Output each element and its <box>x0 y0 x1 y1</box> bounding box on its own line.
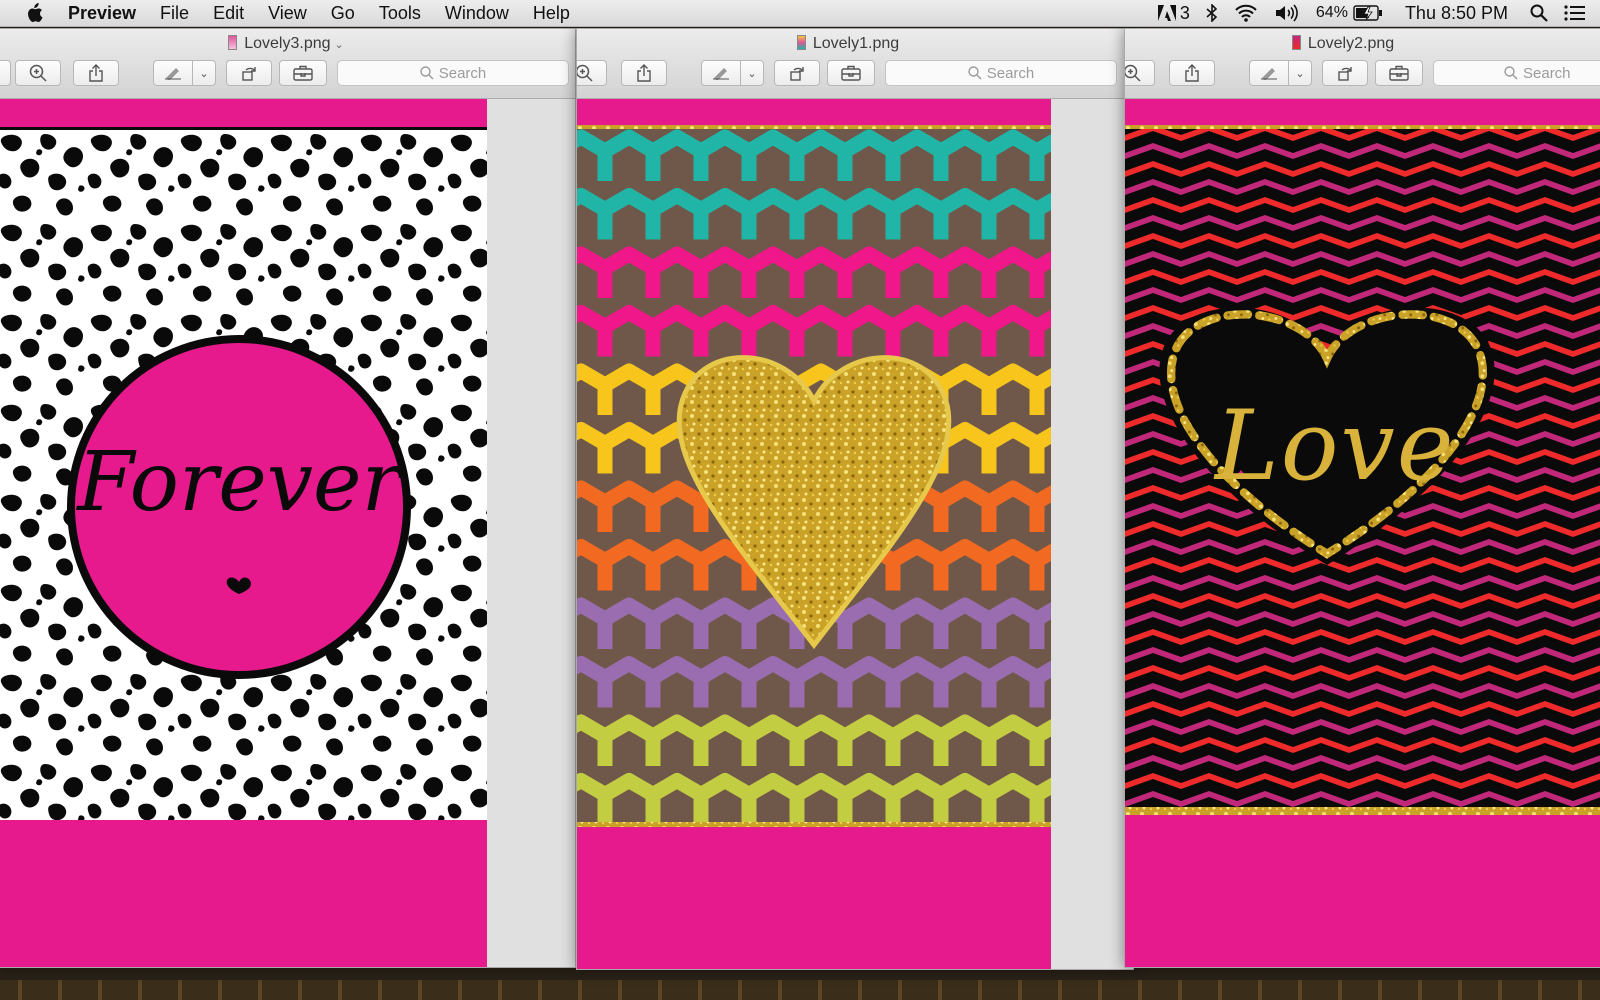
window-title[interactable]: Lovely1.png <box>577 35 1133 53</box>
window-titlebar[interactable]: Lovely3.png ⌄ ⌄ Search <box>0 29 575 99</box>
search-placeholder: Search <box>438 64 487 82</box>
battery-percent: 64% <box>1315 4 1348 21</box>
zoom-in-button[interactable] <box>577 60 607 86</box>
share-button[interactable] <box>73 60 119 86</box>
menu-edit[interactable]: Edit <box>201 3 256 24</box>
markup-dropdown-button[interactable]: ⌄ <box>1288 60 1312 86</box>
markup-pen-button[interactable] <box>701 60 741 86</box>
window-title[interactable]: Lovely2.png <box>1125 35 1561 53</box>
search-field[interactable]: Search <box>1433 60 1600 86</box>
share-icon <box>637 64 651 82</box>
search-placeholder: Search <box>1523 64 1571 82</box>
window-title[interactable]: Lovely3.png ⌄ <box>0 35 575 53</box>
adobe-icon <box>1157 5 1176 21</box>
window-titlebar[interactable]: Lovely2.png ⌄ Search <box>1125 29 1600 99</box>
toolbox-icon <box>841 65 861 81</box>
rotate-button[interactable] <box>1322 60 1368 86</box>
desktop-background <box>0 980 1600 1000</box>
file-icon <box>228 35 238 50</box>
window-title-text: Lovely1.png <box>812 35 900 52</box>
zoom-in-icon <box>29 64 47 82</box>
markup-pen-button[interactable] <box>153 60 193 86</box>
share-icon <box>89 64 103 82</box>
zigzag-stripe-artwork <box>577 125 1051 827</box>
markup-pen-icon <box>713 68 729 80</box>
clock[interactable]: Thu 8:50 PM <box>1391 3 1522 24</box>
search-field[interactable]: Search <box>337 60 569 86</box>
rotate-icon <box>790 67 804 81</box>
love-text: Love <box>1215 390 1456 502</box>
toolbox-button[interactable] <box>1375 60 1423 86</box>
share-button[interactable] <box>1169 60 1215 86</box>
wifi-icon[interactable] <box>1226 4 1266 22</box>
status-area: 3 64% Thu 8:50 PM <box>1150 0 1600 27</box>
preview-window-lovely1: Lovely1.png ⌄ Search <box>576 28 1134 970</box>
window-title-text: Lovely3.png <box>244 35 331 52</box>
leopard-artwork: Forever <box>0 127 487 820</box>
image-lovely2: Love <box>1125 99 1600 967</box>
forever-text: Forever <box>77 435 401 530</box>
volume-icon[interactable] <box>1266 4 1308 22</box>
file-icon <box>1291 35 1301 50</box>
menu-help[interactable]: Help <box>521 3 582 24</box>
rotate-button[interactable] <box>226 60 272 86</box>
zoom-in-button[interactable] <box>15 60 61 86</box>
window-titlebar[interactable]: Lovely1.png ⌄ Search <box>577 29 1133 99</box>
markup-dropdown-button[interactable]: ⌄ <box>740 60 764 86</box>
rotate-icon <box>242 67 256 81</box>
window-title-text: Lovely2.png <box>1307 35 1395 52</box>
document-view[interactable]: Forever <box>0 99 575 967</box>
menu-tools[interactable]: Tools <box>367 3 433 24</box>
markup-dropdown-button[interactable]: ⌄ <box>192 60 216 86</box>
toolbox-button[interactable] <box>827 60 875 86</box>
rotate-icon <box>1338 67 1352 81</box>
image-lovely3: Forever <box>0 99 487 967</box>
battery-icon <box>1353 5 1382 21</box>
menu-window[interactable]: Window <box>433 3 521 24</box>
search-placeholder: Search <box>986 64 1035 82</box>
sidebar-button[interactable] <box>0 60 11 86</box>
zoom-in-icon <box>577 64 593 82</box>
markup-pen-button[interactable] <box>1249 60 1289 86</box>
preview-window-lovely2: Lovely2.png ⌄ Search Love <box>1124 28 1600 968</box>
markup-pen-icon <box>165 68 181 80</box>
zoom-in-button[interactable] <box>1125 60 1155 86</box>
toolbox-icon <box>1389 65 1409 81</box>
adobe-badge: 3 <box>1179 2 1190 23</box>
document-view[interactable] <box>577 99 1133 969</box>
search-icon <box>420 66 434 80</box>
share-icon <box>1185 64 1199 82</box>
chevron-down-icon: ⌄ <box>199 67 209 80</box>
search-field[interactable]: Search <box>885 60 1117 86</box>
preview-window-lovely3: Lovely3.png ⌄ ⌄ Search Forever <box>0 28 576 968</box>
spotlight-icon[interactable] <box>1522 4 1556 22</box>
chevron-down-icon: ⌄ <box>1295 67 1305 80</box>
menu-view[interactable]: View <box>256 3 319 24</box>
notification-center-icon[interactable] <box>1556 5 1600 21</box>
bluetooth-icon[interactable] <box>1198 4 1226 22</box>
chevron-down-icon: ⌄ <box>747 67 757 80</box>
search-icon <box>968 66 982 80</box>
apple-icon[interactable] <box>0 3 68 23</box>
image-lovely1 <box>577 99 1051 969</box>
toolbox-icon <box>293 65 313 81</box>
search-icon <box>1504 66 1518 80</box>
menu-go[interactable]: Go <box>319 3 367 24</box>
share-button[interactable] <box>621 60 667 86</box>
toolbox-button[interactable] <box>279 60 327 86</box>
chevron-artwork: Love <box>1125 125 1600 815</box>
menu-file[interactable]: File <box>148 3 201 24</box>
document-view[interactable]: Love <box>1125 99 1600 967</box>
battery-status[interactable]: 64% <box>1308 4 1391 22</box>
zoom-in-icon <box>1125 64 1141 82</box>
rotate-button[interactable] <box>774 60 820 86</box>
menu-bar: Preview File Edit View Go Tools Window H… <box>0 0 1600 27</box>
adobe-status[interactable]: 3 <box>1150 3 1198 24</box>
title-chevron-down-icon[interactable]: ⌄ <box>335 39 344 51</box>
file-icon <box>796 35 806 50</box>
markup-pen-icon <box>1261 68 1277 80</box>
menu-app-preview[interactable]: Preview <box>68 3 148 24</box>
